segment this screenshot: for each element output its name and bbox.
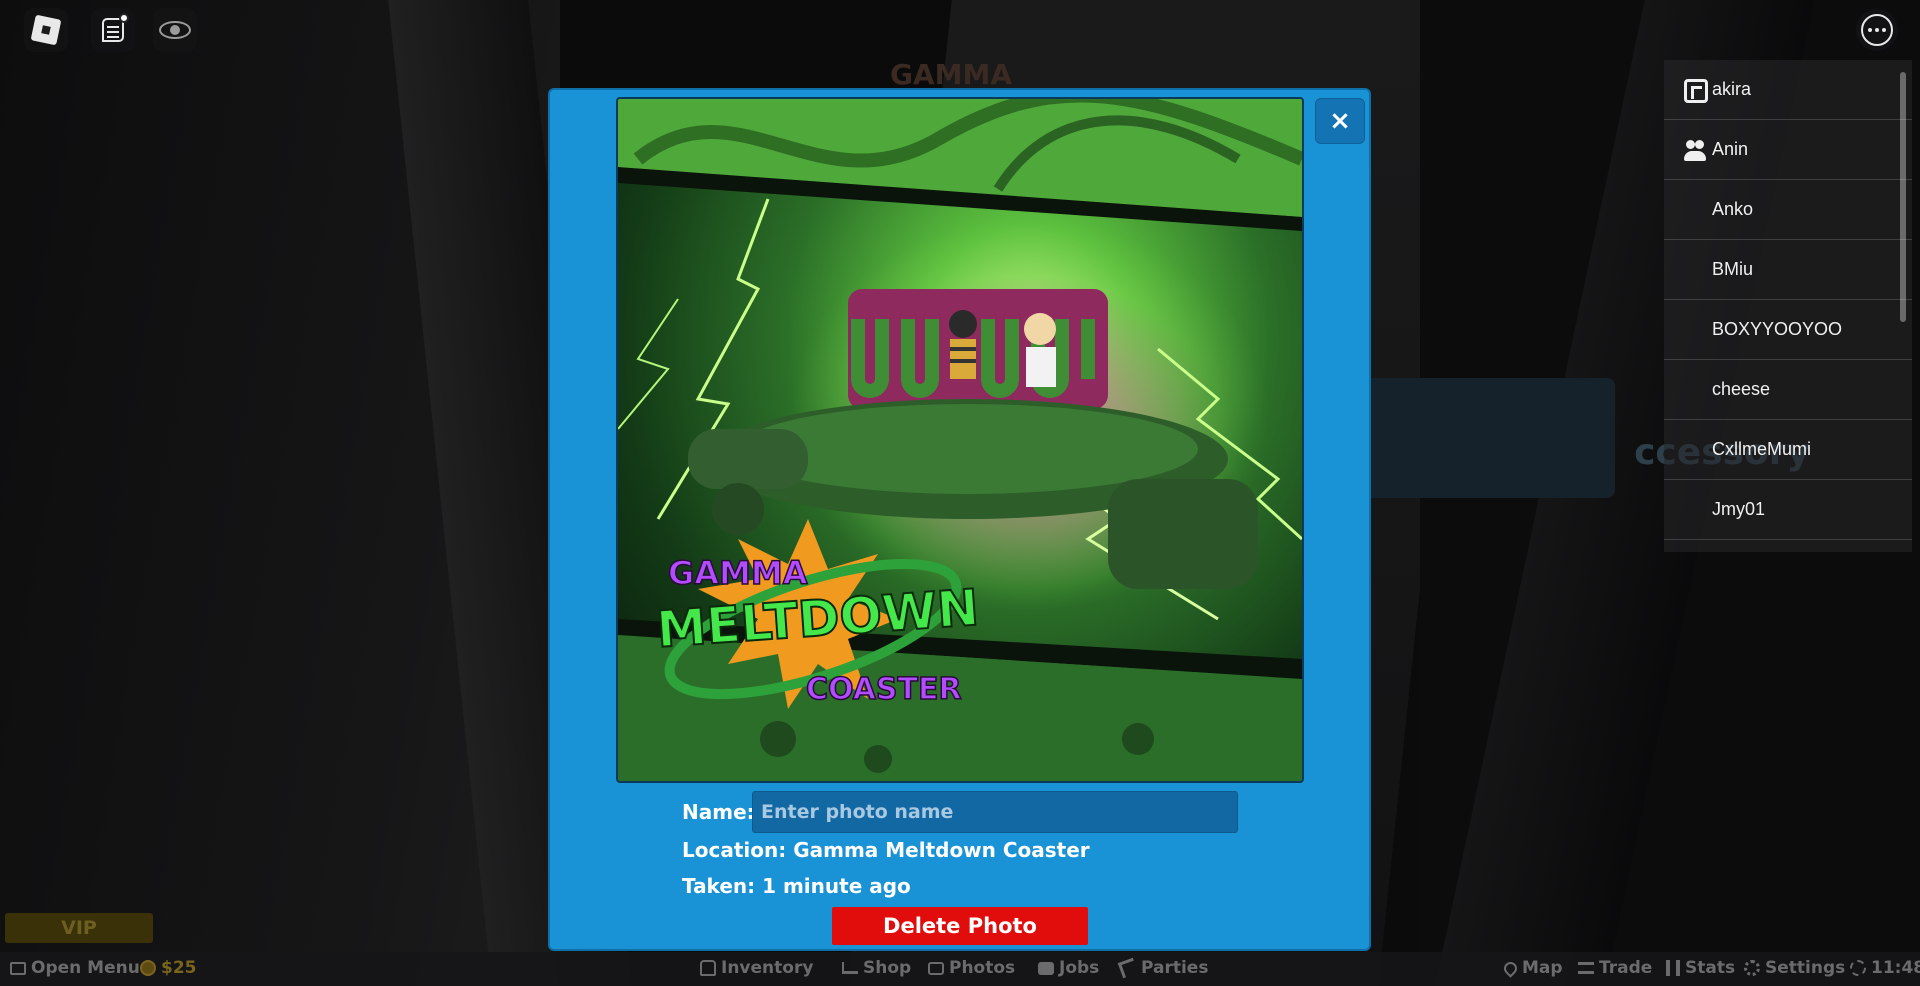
- player-row[interactable]: cheese: [1664, 360, 1912, 420]
- player-name: BOXYYOOYOO: [1712, 319, 1843, 339]
- monitor-icon: [10, 961, 26, 975]
- nav-parties[interactable]: Parties: [1117, 957, 1209, 979]
- logo-line3: COASTER: [806, 672, 962, 707]
- player-row[interactable]: akira: [1664, 60, 1912, 120]
- sun-icon: [1850, 960, 1866, 976]
- player-list-scrollbar[interactable]: [1900, 72, 1906, 322]
- nav-inventory[interactable]: Inventory: [700, 958, 813, 978]
- eye-icon: [159, 21, 191, 39]
- player-row[interactable]: Anko: [1664, 180, 1912, 240]
- gear-icon: [1744, 960, 1760, 976]
- party-icon: [1117, 957, 1139, 979]
- roblox-menu-button[interactable]: [24, 8, 68, 52]
- chat-button[interactable]: [91, 8, 135, 52]
- nav-trade[interactable]: Trade: [1578, 958, 1652, 978]
- photo-image: GAMMA MELTDOWN COASTER: [618, 99, 1302, 781]
- cart-icon: [842, 962, 858, 974]
- nav-jobs[interactable]: Jobs: [1038, 958, 1099, 978]
- stats-icon: [1666, 960, 1680, 976]
- player-name: Jmy01: [1712, 499, 1766, 519]
- nav-shop[interactable]: Shop: [842, 958, 911, 978]
- location-text: Location: Gamma Meltdown Coaster: [682, 838, 1090, 862]
- nav-jobs-label: Jobs: [1059, 958, 1100, 978]
- time-label: 11:48: [1871, 958, 1920, 978]
- roblox-logo-icon: [30, 14, 62, 46]
- trade-icon: [1578, 962, 1594, 974]
- player-name: cheese: [1712, 379, 1771, 399]
- open-menu-button[interactable]: Open Menu: [10, 958, 140, 978]
- delete-photo-button[interactable]: Delete Photo: [832, 907, 1088, 945]
- more-options-button[interactable]: [1856, 9, 1898, 51]
- nav-photos-label: Photos: [949, 958, 1016, 978]
- nav-settings-label: Settings: [1765, 958, 1846, 978]
- briefcase-icon: [1038, 961, 1054, 975]
- player-row[interactable]: CxllmeMumi: [1664, 420, 1912, 480]
- nav-map-label: Map: [1522, 958, 1563, 978]
- player-name: CxllmeMumi: [1712, 439, 1811, 459]
- photo-preview: GAMMA MELTDOWN COASTER: [616, 97, 1304, 783]
- player-name: akira: [1712, 79, 1752, 99]
- open-menu-label: Open Menu: [31, 958, 140, 978]
- vip-button[interactable]: VIP: [5, 913, 153, 943]
- player-row[interactable]: Anin: [1664, 120, 1912, 180]
- nav-trade-label: Trade: [1599, 958, 1653, 978]
- player-name: Anko: [1712, 199, 1754, 219]
- logo-line1: GAMMA: [668, 554, 808, 592]
- background-sign-top: GAMMA: [890, 58, 1013, 91]
- money-display: $25: [140, 958, 197, 978]
- taken-text: Taken: 1 minute ago: [682, 874, 911, 898]
- chat-notification-dot: [119, 13, 129, 23]
- money-label: $25: [161, 958, 197, 978]
- nav-stats[interactable]: Stats: [1666, 958, 1735, 978]
- player-row[interactable]: BMiu: [1664, 240, 1912, 300]
- friends-icon: [1684, 139, 1708, 163]
- time-display: 11:48: [1850, 958, 1920, 978]
- backpack-icon: [700, 960, 716, 976]
- coin-icon: [140, 960, 156, 976]
- close-button[interactable]: ×: [1315, 98, 1365, 144]
- player-row[interactable]: Jmy01: [1664, 480, 1912, 540]
- player-list[interactable]: akira Anin Anko BMiu BOXYYOOYOO cheese CxllmeM…: [1664, 60, 1912, 552]
- bottom-bar: Open Menu $25 Inventory Shop Photos Jobs…: [0, 952, 1920, 986]
- more-options-icon: [1861, 14, 1893, 46]
- premium-icon: [1684, 79, 1708, 103]
- photo-name-input[interactable]: [752, 791, 1238, 833]
- player-name: BMiu: [1712, 259, 1754, 279]
- map-icon: [1501, 958, 1520, 978]
- nav-shop-label: Shop: [863, 958, 912, 978]
- nav-map[interactable]: Map: [1501, 958, 1563, 978]
- camera-view-button[interactable]: [153, 8, 197, 52]
- nav-parties-label: Parties: [1141, 958, 1209, 978]
- player-row[interactable]: BOXYYOOYOO: [1664, 300, 1912, 360]
- name-label: Name:: [682, 800, 755, 824]
- player-name: Anin: [1712, 139, 1749, 159]
- nav-inventory-label: Inventory: [721, 958, 814, 978]
- nav-stats-label: Stats: [1685, 958, 1736, 978]
- nav-settings[interactable]: Settings: [1744, 958, 1845, 978]
- camera-icon: [928, 961, 944, 975]
- nav-photos[interactable]: Photos: [928, 958, 1015, 978]
